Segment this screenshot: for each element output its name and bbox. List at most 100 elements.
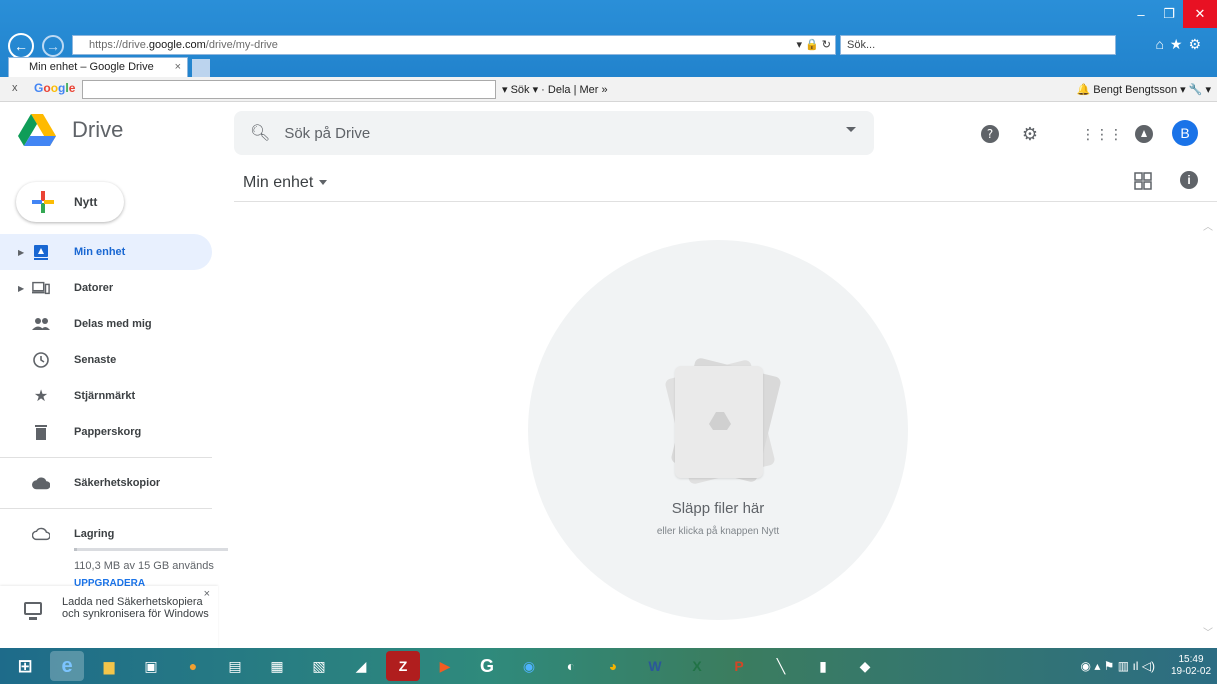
app-icon[interactable]: ◐ (554, 651, 588, 681)
sidebar-item-computers[interactable]: ▶ Datorer (0, 270, 232, 306)
drive-triangle-icon (18, 114, 56, 146)
new-tab-button[interactable] (192, 59, 210, 77)
file-explorer-icon[interactable]: ▆ (92, 651, 126, 681)
lock-refresh-icon[interactable]: ▾ 🔒 ↻ (796, 38, 831, 51)
app-icon[interactable]: ▤ (218, 651, 252, 681)
sidebar-item-label: Datorer (74, 282, 114, 294)
download-promo[interactable]: Ladda ned Säkerhetskopiera och synkronis… (0, 586, 218, 648)
monitor-icon (24, 602, 42, 620)
drive-app: Drive 🔍︎ Sök på Drive ? ⚙ ⋮⋮⋮ B Min enhe… (0, 102, 1217, 648)
sidebar-item-label: Min enhet (74, 246, 126, 258)
search-icon[interactable]: 🔍︎ (250, 123, 270, 143)
sidebar-item-label: Lagring (74, 528, 115, 540)
sidebar-item-trash[interactable]: Papperskorg (0, 414, 232, 450)
storage-icon (32, 525, 50, 543)
sidebar-item-my-drive[interactable]: ▶ Min enhet (0, 234, 212, 270)
app-icon[interactable]: ▧ (302, 651, 336, 681)
info-icon[interactable]: i (1180, 171, 1198, 189)
toolbar-share-button[interactable]: Dela (548, 84, 571, 96)
tab-close-icon[interactable]: × (175, 58, 181, 76)
url-path: /drive/my-drive (205, 39, 278, 51)
toolbar-user[interactable]: 🔔 Bengt Bengtsson ▾ 🔧 ▾ (1077, 83, 1211, 96)
drop-zone-subtitle: eller klicka på knappen Nytt (656, 526, 780, 537)
internet-explorer-icon[interactable]: e (50, 651, 84, 681)
sidebar: ▶ Min enhet ▶ Datorer Delas med mig Sena… (0, 234, 232, 552)
minimize-button[interactable]: – (1127, 0, 1155, 28)
sidebar-item-label: Stjärnmärkt (74, 390, 136, 402)
drop-zone-title: Släpp filer här (671, 500, 765, 517)
app-icon[interactable]: ◆ (848, 651, 882, 681)
back-button[interactable]: ← (8, 33, 34, 59)
search-options-icon[interactable] (846, 127, 856, 132)
browser-search-input[interactable]: Sök... (840, 35, 1116, 55)
tray-icons[interactable]: ◉ ▴ ⚑ ▥ ıl ◁) (1081, 659, 1155, 673)
drive-logo[interactable]: Drive (18, 114, 123, 146)
scroll-up-icon[interactable]: ︿ (1203, 218, 1213, 233)
window-controls: – ❐ ✕ (1127, 0, 1217, 28)
star-icon: ★ (33, 388, 49, 405)
toolbar-more-button[interactable]: Mer (580, 84, 599, 96)
app-icon[interactable]: ◢ (344, 651, 378, 681)
grid-view-icon[interactable] (1134, 172, 1152, 190)
sidebar-item-backups[interactable]: Säkerhetskopior (0, 465, 232, 501)
app-icon[interactable]: ▦ (260, 651, 294, 681)
store-icon[interactable]: ▣ (134, 651, 168, 681)
expand-icon[interactable]: ▶ (18, 248, 24, 257)
drive-icon (32, 243, 50, 261)
home-star-gear-icon[interactable]: ⌂★⚙ (1155, 36, 1207, 53)
storage-progress-bar (74, 548, 228, 551)
sidebar-item-storage[interactable]: Lagring (0, 516, 232, 552)
avatar[interactable]: B (1172, 120, 1198, 146)
drive-search-box[interactable]: 🔍︎ Sök på Drive (234, 111, 874, 155)
scroll-down-icon[interactable]: ﹀ (1203, 624, 1213, 639)
upgrade-link[interactable]: UPPGRADERA (74, 578, 145, 586)
promo-text: Ladda ned Säkerhetskopiera och synkronis… (62, 596, 209, 620)
paint-icon[interactable]: ● (176, 651, 210, 681)
drive-wordmark: Drive (72, 117, 124, 142)
clock-time: 15:49 (1178, 654, 1204, 665)
forward-button[interactable]: → (42, 35, 64, 57)
expand-icon[interactable]: ▶ (18, 284, 24, 293)
filezilla-icon[interactable]: Z (386, 651, 420, 681)
google-toolbar-input[interactable] (82, 80, 496, 99)
help-icon[interactable]: ? (978, 122, 1002, 146)
windows-start-icon[interactable]: ⊞ (8, 651, 42, 681)
google-icon[interactable]: G (470, 651, 504, 681)
breadcrumb[interactable]: Min enhet (243, 174, 328, 192)
url-host: google.com (148, 39, 206, 51)
cloud-icon (32, 474, 50, 492)
excel-icon[interactable]: X (680, 651, 714, 681)
movie-maker-icon[interactable]: ▮ (806, 651, 840, 681)
close-window-button[interactable]: ✕ (1183, 0, 1217, 28)
powerpoint-icon[interactable]: P (722, 651, 756, 681)
media-player-icon[interactable]: ▶ (428, 651, 462, 681)
sidebar-item-starred[interactable]: ★ Stjärnmärkt (0, 378, 232, 414)
maximize-button[interactable]: ❐ (1155, 0, 1183, 28)
url-prefix: https://drive. (89, 39, 149, 51)
plus-icon (32, 191, 54, 213)
drop-zone[interactable]: Släpp filer här eller klicka på knappen … (528, 240, 908, 620)
sidebar-item-shared[interactable]: Delas med mig (0, 306, 232, 342)
search-input[interactable]: Sök på Drive (284, 125, 370, 142)
sidebar-item-label: Senaste (74, 354, 117, 366)
sidebar-item-recent[interactable]: Senaste (0, 342, 232, 378)
clock[interactable]: 15:49 19-02-02 (1165, 654, 1217, 678)
close-icon[interactable]: × (204, 588, 210, 600)
toolbar-close[interactable]: x (12, 82, 18, 94)
sidebar-item-label: Papperskorg (74, 426, 142, 438)
storage-used-text: 110,3 MB av 15 GB används (74, 560, 214, 572)
app-icon[interactable]: ╲ (764, 651, 798, 681)
new-button[interactable]: Nytt (16, 182, 124, 222)
shared-icon (32, 315, 50, 333)
teamviewer-icon[interactable]: ◉ (512, 651, 546, 681)
breadcrumb-bar: Min enhet i (234, 162, 1217, 202)
browser-tab[interactable]: Min enhet – Google Drive × (8, 57, 188, 77)
chrome-icon[interactable]: ◕ (596, 651, 630, 681)
notifications-icon[interactable] (1132, 122, 1156, 146)
apps-grid-icon[interactable]: ⋮⋮⋮ (1081, 122, 1123, 146)
address-bar[interactable]: https://drive. google.com/drive/my-drive … (72, 35, 836, 55)
word-icon[interactable]: W (638, 651, 672, 681)
new-button-label: Nytt (74, 195, 98, 209)
settings-gear-icon[interactable]: ⚙ (1018, 122, 1042, 146)
toolbar-search-button[interactable]: ▾ Sök ▾ · Dela | Mer » (502, 83, 608, 96)
